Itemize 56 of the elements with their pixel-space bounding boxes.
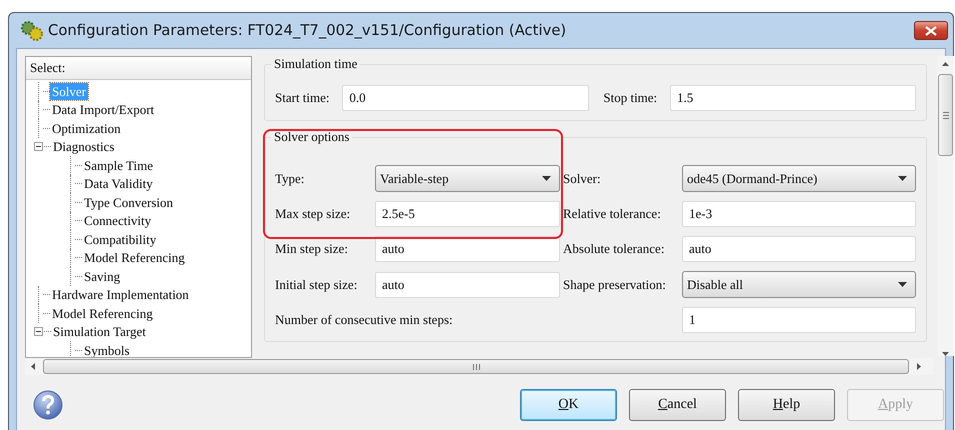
scroll-down-icon[interactable] (942, 352, 949, 356)
dropdown[interactable]: Variable-step (375, 165, 560, 192)
vertical-scrollbar[interactable] (937, 56, 954, 356)
field-label: Initial step size: (275, 276, 358, 292)
field-label: Solver: (563, 170, 602, 186)
scroll-up-icon[interactable] (942, 62, 949, 66)
caret-icon (898, 282, 907, 287)
close-icon (925, 26, 937, 36)
tree-item[interactable]: Connectivity (82, 212, 154, 230)
collapse-toggle[interactable] (34, 327, 43, 336)
dialog-button[interactable]: Cancel (629, 389, 726, 421)
horizontal-scrollbar[interactable] (25, 358, 933, 375)
dialog-button[interactable]: Help (738, 389, 835, 421)
field-label: Relative tolerance: (563, 206, 662, 222)
scroll-right-icon[interactable] (917, 363, 921, 370)
tree-item[interactable]: Compatibility (82, 230, 158, 248)
input-field[interactable]: 1 (682, 307, 916, 333)
input-field[interactable]: 1.5 (670, 85, 916, 111)
field-label: Max step size: (275, 206, 352, 222)
help-icon[interactable] (33, 390, 63, 420)
dropdown[interactable]: Disable all (682, 271, 916, 298)
collapse-toggle[interactable] (34, 142, 43, 152)
field-label: Type: (275, 170, 306, 186)
tree-item[interactable]: Optimization (50, 120, 123, 137)
field-label: Shape preservation: (563, 276, 667, 292)
dialog-button[interactable]: OK (520, 389, 617, 421)
tree-item[interactable]: Simulation Target (51, 323, 148, 340)
field-label: Start time: (275, 90, 331, 106)
input-field[interactable]: 0.0 (342, 85, 590, 111)
tree-item[interactable]: Data Import/Export (50, 101, 156, 118)
field-label: Absolute tolerance: (563, 241, 666, 257)
tree-item[interactable]: Hardware Implementation (50, 286, 191, 304)
group-title: Solver options (273, 129, 350, 145)
dropdown[interactable]: ode45 (Dormand-Prince) (682, 165, 916, 192)
tree-item[interactable]: Model Referencing (82, 249, 187, 266)
input-field[interactable]: auto (682, 236, 916, 262)
tree-item[interactable]: Type Conversion (82, 194, 175, 211)
tree-item[interactable]: Sample Time (82, 156, 155, 174)
tree-item[interactable]: Data Validity (82, 175, 155, 192)
scroll-left-icon[interactable] (31, 363, 35, 370)
caret-icon (542, 176, 551, 181)
input-field[interactable]: 1e-3 (682, 201, 916, 227)
window-title: Configuration Parameters: FT024_T7_002_v151/Configuration (Active) (48, 22, 568, 39)
gears-icon (20, 20, 44, 42)
field-label: Min step size: (275, 241, 349, 257)
tree-item[interactable]: Model Referencing (50, 304, 155, 322)
input-field[interactable]: 2.5e-5 (375, 201, 560, 227)
tree-item[interactable]: Saving (82, 268, 122, 285)
input-field[interactable]: auto (375, 236, 560, 262)
field-label: Stop time: (603, 90, 658, 106)
input-field[interactable]: auto (375, 272, 560, 298)
field-label: Number of consecutive min steps: (275, 312, 454, 328)
tree-item[interactable]: Diagnostics (51, 138, 116, 156)
close-button[interactable] (914, 21, 948, 40)
caret-icon (898, 176, 907, 181)
group-title: Simulation time (273, 56, 358, 72)
